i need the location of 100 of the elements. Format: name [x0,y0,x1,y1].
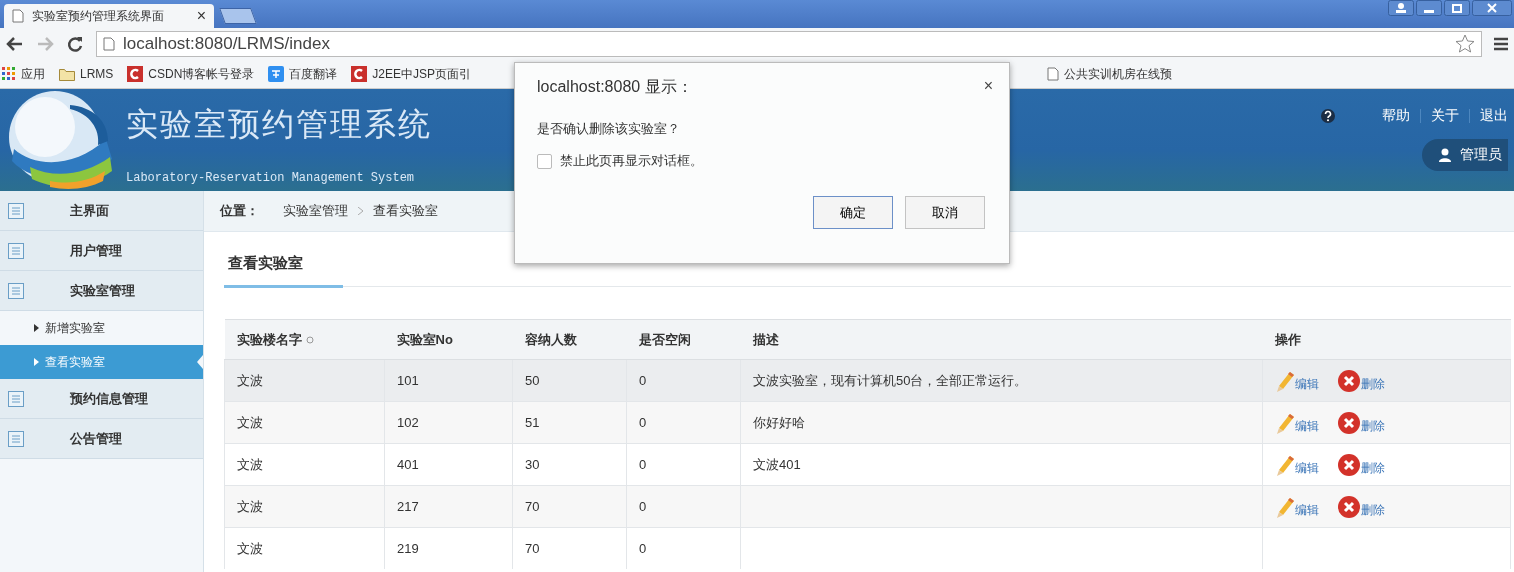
user-menu-button[interactable]: 管理员 [1422,139,1508,171]
bookmark[interactable]: 百度翻译 [268,65,338,83]
table-cell: 文波401 [753,456,801,472]
system-subtitle: Laboratory-Reservation Management System [126,171,416,185]
sidebar-item[interactable]: 预约信息管理 [0,379,203,419]
pencil-icon [1275,454,1295,477]
delete-link[interactable]: 删除 [1337,410,1385,435]
table-cell: 401 [397,457,419,472]
edit-link[interactable]: 编辑 [1275,454,1319,477]
header-link[interactable]: 关于 [1431,107,1459,125]
star-icon[interactable] [1455,34,1475,54]
pencil-icon [1275,370,1295,393]
column-header: 是否空闲 [638,331,691,347]
dialog-title: localhost:8080 显示： [537,77,693,97]
pencil-icon [1275,496,1295,519]
column-header: 容纳人数 [524,331,577,347]
list-icon [8,430,24,447]
system-title: 实验室预约管理系统 [126,105,432,144]
bookmark[interactable]: LRMS [59,67,114,81]
table-cell: 70 [525,499,540,514]
breadcrumb-link[interactable]: 实验室管理 [283,202,348,220]
csdn-icon [351,66,368,82]
user-icon[interactable] [1388,0,1414,16]
delete-icon [1337,494,1361,519]
table-cell: 219 [397,541,419,556]
help-icon[interactable] [1320,108,1336,124]
caret-icon [34,358,39,366]
close-icon[interactable] [1472,0,1512,16]
edit-link[interactable]: 编辑 [1275,412,1319,435]
restore-icon[interactable] [1444,0,1470,16]
bookmark[interactable]: 公共实训机房在线预 [1047,65,1172,83]
pencil-icon [1275,412,1295,435]
table-cell: 0 [639,415,647,430]
table-cell: 217 [397,499,419,514]
list-icon [8,282,24,299]
dialog-message: 是否确认删除该实验室？ [537,120,681,138]
table-cell: 0 [639,499,647,514]
table-cell: 文波 [237,456,263,472]
table-cell: 文波 [237,372,263,388]
sidebar-item[interactable]: 用户管理 [0,231,203,271]
table-cell: 30 [525,457,540,472]
close-icon[interactable]: × [983,77,993,98]
list-icon [8,390,24,407]
checkbox-label: 禁止此页再显示对话框。 [560,152,703,170]
table-cell: 50 [525,373,540,388]
cancel-button[interactable]: 取消 [905,196,985,229]
apps-icon [2,67,16,81]
reload-icon[interactable] [66,35,84,53]
table-cell: 70 [525,541,540,556]
table-cell: 文波 [237,498,263,514]
column-header: 实验楼名字 [236,331,302,347]
translate-icon [268,66,285,82]
header-link[interactable]: 退出 [1480,107,1508,125]
table-cell: 51 [525,415,540,430]
close-icon[interactable]: × [196,7,206,25]
table-cell: 0 [639,541,647,556]
sidebar-item[interactable]: 实验室管理 [0,271,203,311]
delete-link[interactable]: 删除 [1337,368,1385,393]
table-cell: 文波实验室，现有计算机50台，全部正常运行。 [753,372,1028,388]
table-cell: 0 [639,457,647,472]
checkbox[interactable] [537,153,552,169]
table-cell: 你好好哈 [753,414,805,430]
bookmark[interactable]: 应用 [2,65,45,83]
bookmark[interactable]: CSDN博客帐号登录 [127,65,255,83]
menu-icon[interactable] [1494,36,1508,52]
sidebar-subitem[interactable]: 新增实验室 [0,311,203,345]
user-icon [1438,148,1452,162]
list-icon [8,242,24,259]
breadcrumb-label: 位置： [220,202,259,220]
back-icon[interactable] [6,36,24,52]
chevron-icon [358,207,363,215]
column-header: 实验室No [396,331,453,347]
page-icon [1047,67,1059,81]
table-cell: 101 [397,373,419,388]
new-tab-button[interactable] [219,8,257,24]
minimize-icon[interactable] [1416,0,1442,16]
sidebar-item[interactable]: 主界面 [0,191,203,231]
table-cell: 0 [639,373,647,388]
confirm-button[interactable]: 确定 [813,196,893,229]
list-icon [8,202,24,219]
delete-icon [1337,410,1361,435]
page-icon [12,9,24,23]
address-field[interactable]: localhost:8080/LRMS/index [96,31,1482,57]
edit-link[interactable]: 编辑 [1275,496,1319,519]
browser-tab[interactable]: 实验室预约管理系统界面 × [4,4,214,28]
delete-link[interactable]: 删除 [1337,452,1385,477]
delete-icon [1337,368,1361,393]
sort-icon[interactable] [305,335,314,344]
edit-link[interactable]: 编辑 [1275,370,1319,393]
bookmark[interactable]: J2EE中JSP页面引 [351,65,472,83]
table-cell: 文波 [237,540,263,556]
column-header: 操作 [1274,331,1301,347]
breadcrumb-link[interactable]: 查看实验室 [373,202,438,220]
page-icon [103,37,115,51]
folder-icon [59,67,75,81]
sidebar-item[interactable]: 公告管理 [0,419,203,459]
csdn-icon [127,66,144,82]
header-link[interactable]: 帮助 [1382,107,1410,125]
delete-icon [1337,452,1361,477]
delete-link[interactable]: 删除 [1337,494,1385,519]
